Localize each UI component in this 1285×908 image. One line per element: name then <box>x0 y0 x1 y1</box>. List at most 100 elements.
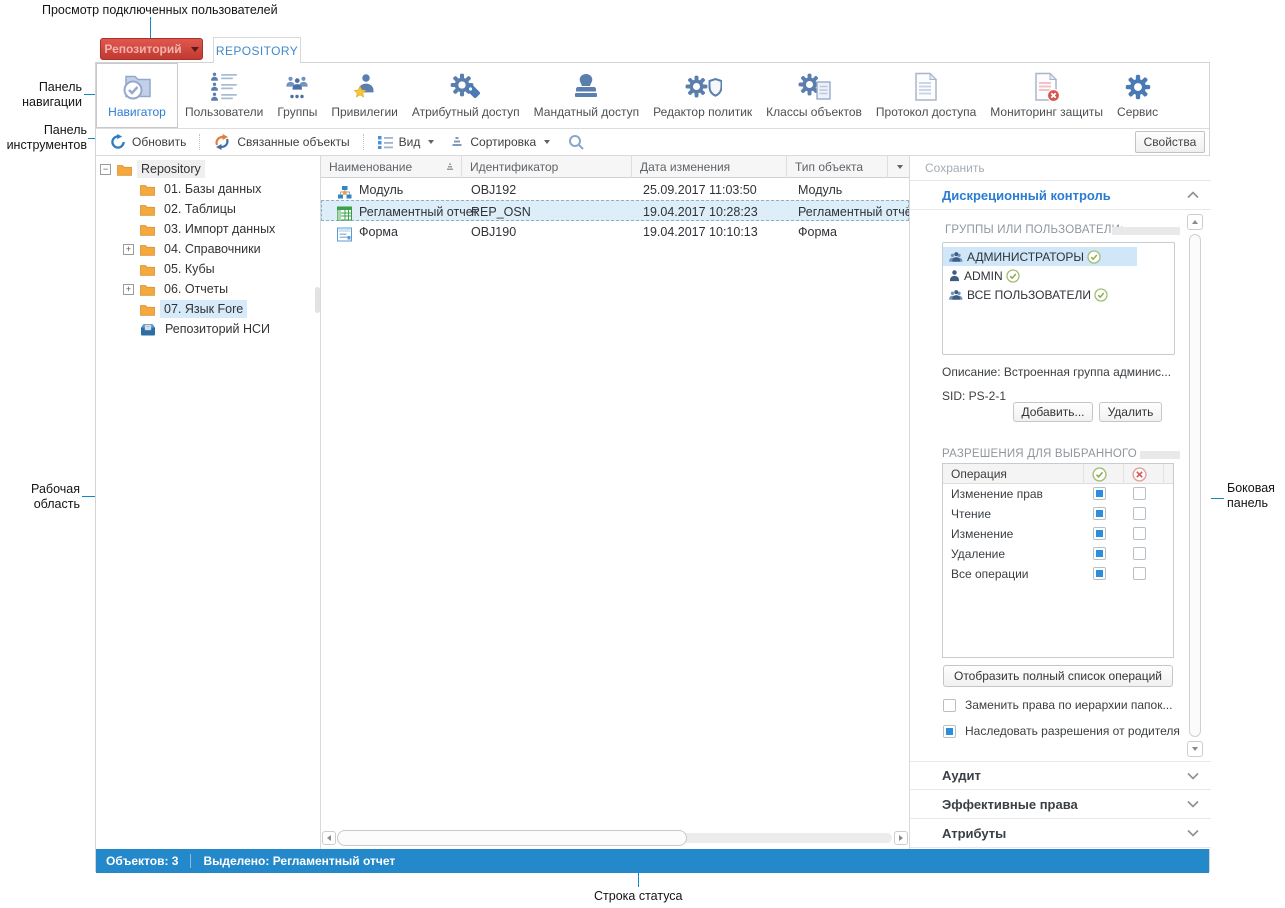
deny-checkbox[interactable] <box>1133 547 1146 560</box>
service-icon <box>1123 72 1153 102</box>
objects-count: Объектов: 3 <box>106 854 178 868</box>
table-row-selected[interactable]: Регламентный отчет REP_OSN 19.04.2017 10… <box>321 200 909 221</box>
allow-checkbox-checked[interactable] <box>1093 567 1106 580</box>
section-audit[interactable]: Аудит <box>910 761 1211 790</box>
show-full-operations-button[interactable]: Отобразить полный список операций <box>943 665 1173 687</box>
tree-item[interactable]: 06. Отчеты <box>123 279 232 299</box>
linked-objects-icon <box>213 134 231 150</box>
inherit-permissions-checkbox-row[interactable]: Наследовать разрешения от родителя <box>943 724 1180 738</box>
ribbon-item-navigator[interactable]: Навигатор <box>96 63 178 128</box>
allow-checkbox-checked[interactable] <box>1093 487 1106 500</box>
group-item[interactable]: ВСЕ ПОЛЬЗОВАТЕЛИ <box>943 285 1174 304</box>
table-row[interactable]: Форма OBJ190 19.04.2017 10:10:13 Форма <box>321 221 909 242</box>
linked-objects-button[interactable]: Связанные объекты <box>209 134 353 150</box>
groups-listbox[interactable]: АДМИНИСТРАТОРЫ ADMIN <box>942 242 1175 355</box>
cell-name: Модуль <box>359 179 403 200</box>
policy-editor-icon <box>684 72 722 102</box>
ribbon-label: Классы объектов <box>766 105 862 119</box>
column-menu-button[interactable] <box>887 156 909 178</box>
scrollbar-thumb[interactable] <box>337 830 687 846</box>
tree-item[interactable]: 05. Кубы <box>123 259 219 279</box>
tree-scrollbar-thumb[interactable] <box>315 287 320 313</box>
tab-repository[interactable]: REPOSITORY <box>213 37 301 63</box>
sort-label: Сортировка <box>470 135 536 149</box>
section-discretionary-control[interactable]: Дискреционный контроль <box>910 181 1211 210</box>
column-header-date[interactable]: Дата изменения <box>631 156 786 178</box>
collapse-icon[interactable] <box>100 164 111 175</box>
cell-name: Регламентный отчет <box>359 201 478 222</box>
ribbon-item-groups[interactable]: Группы <box>270 63 324 128</box>
ribbon-item-users[interactable]: Пользователи <box>178 63 270 128</box>
refresh-button[interactable]: Обновить <box>106 134 190 150</box>
group-item[interactable]: ADMIN <box>943 266 1174 285</box>
repository-menu-label: Репозиторий <box>104 42 181 56</box>
section-attributes[interactable]: Атрибуты <box>910 819 1211 848</box>
sort-button[interactable]: Сортировка <box>446 135 554 149</box>
app-window: Репозиторий REPOSITORY Навигатор <box>95 37 1210 872</box>
tree-item[interactable]: 03. Импорт данных <box>123 219 279 239</box>
scrollbar-thumb[interactable] <box>1189 234 1201 737</box>
search-button[interactable] <box>564 134 588 150</box>
tree-item-selected[interactable]: 07. Язык Fore <box>123 299 247 319</box>
replace-rights-checkbox-row[interactable]: Заменить права по иерархии папок... <box>943 698 1172 712</box>
chevron-up-icon <box>1187 191 1199 199</box>
section-effective-rights[interactable]: Эффективные права <box>910 790 1211 819</box>
ribbon-item-attribute-access[interactable]: Атрибутный доступ <box>405 63 527 128</box>
ribbon-item-service[interactable]: Сервис <box>1110 63 1165 128</box>
column-header-name[interactable]: Наименование <box>321 156 461 178</box>
tree-item[interactable]: 02. Таблицы <box>123 199 240 219</box>
scroll-left-button[interactable] <box>322 831 336 845</box>
allow-checkbox-checked[interactable] <box>1093 507 1106 520</box>
save-button-disabled[interactable]: Сохранить <box>910 156 1211 181</box>
tree-item-nsi-repository[interactable]: Репозиторий НСИ <box>123 319 274 339</box>
group-name: ВСЕ ПОЛЬЗОВАТЕЛИ <box>967 288 1091 302</box>
checkbox-checked[interactable] <box>943 725 956 738</box>
repository-menu-button[interactable]: Репозиторий <box>100 38 203 60</box>
deny-checkbox[interactable] <box>1133 527 1146 540</box>
scroll-right-button[interactable] <box>894 831 908 845</box>
checkbox-unchecked[interactable] <box>943 699 956 712</box>
deny-checkbox[interactable] <box>1133 507 1146 520</box>
folder-icon <box>140 283 155 296</box>
chevron-down-icon <box>1187 772 1199 780</box>
scroll-up-button[interactable] <box>1187 214 1203 230</box>
ribbon-item-access-log[interactable]: Протокол доступа <box>869 63 983 128</box>
scroll-down-button[interactable] <box>1187 741 1203 757</box>
view-button[interactable]: Вид <box>373 135 439 149</box>
tree-item[interactable]: 01. Базы данных <box>123 179 265 199</box>
deny-checkbox[interactable] <box>1133 487 1146 500</box>
expand-icon[interactable] <box>123 244 134 255</box>
tree-item-repository-root[interactable]: Repository <box>100 159 205 179</box>
column-header-type[interactable]: Тип объекта <box>786 156 887 178</box>
allow-checkbox-checked[interactable] <box>1093 547 1106 560</box>
ribbon-label: Атрибутный доступ <box>412 105 520 119</box>
properties-button[interactable]: Свойства <box>1135 131 1205 153</box>
view-list-icon <box>377 135 393 149</box>
deny-checkbox[interactable] <box>1133 567 1146 580</box>
allowed-check-icon <box>1006 269 1020 283</box>
column-header-identifier[interactable]: Идентификатор <box>461 156 631 178</box>
allow-checkbox-checked[interactable] <box>1093 527 1106 540</box>
tree-item-label: Repository <box>137 160 205 178</box>
group-item-selected[interactable]: АДМИНИСТРАТОРЫ <box>943 247 1137 266</box>
tree-item[interactable]: 04. Справочники <box>123 239 265 259</box>
ribbon-label: Протокол доступа <box>876 105 976 119</box>
mandatory-access-icon <box>569 72 603 102</box>
security-monitoring-icon <box>1032 72 1062 102</box>
object-classes-icon <box>797 72 831 102</box>
expand-icon[interactable] <box>123 284 134 295</box>
ribbon-item-policy-editor[interactable]: Редактор политик <box>646 63 759 128</box>
horizontal-scrollbar[interactable] <box>321 828 909 848</box>
ribbon-item-security-monitoring[interactable]: Мониторинг защиты <box>983 63 1110 128</box>
table-row[interactable]: Модуль OBJ192 25.09.2017 11:03:50 Модуль <box>321 179 909 200</box>
chevron-down-icon <box>191 47 199 52</box>
add-button[interactable]: Добавить... <box>1013 402 1093 422</box>
access-log-icon <box>912 72 940 102</box>
ribbon-item-mandatory-access[interactable]: Мандатный доступ <box>527 63 646 128</box>
ribbon-item-privileges[interactable]: Привилегии <box>324 63 405 128</box>
ribbon-label: Навигатор <box>108 105 166 119</box>
label-decoration <box>1140 451 1180 459</box>
delete-button[interactable]: Удалить <box>1099 402 1162 422</box>
privileges-icon <box>350 72 380 102</box>
ribbon-item-object-classes[interactable]: Классы объектов <box>759 63 869 128</box>
